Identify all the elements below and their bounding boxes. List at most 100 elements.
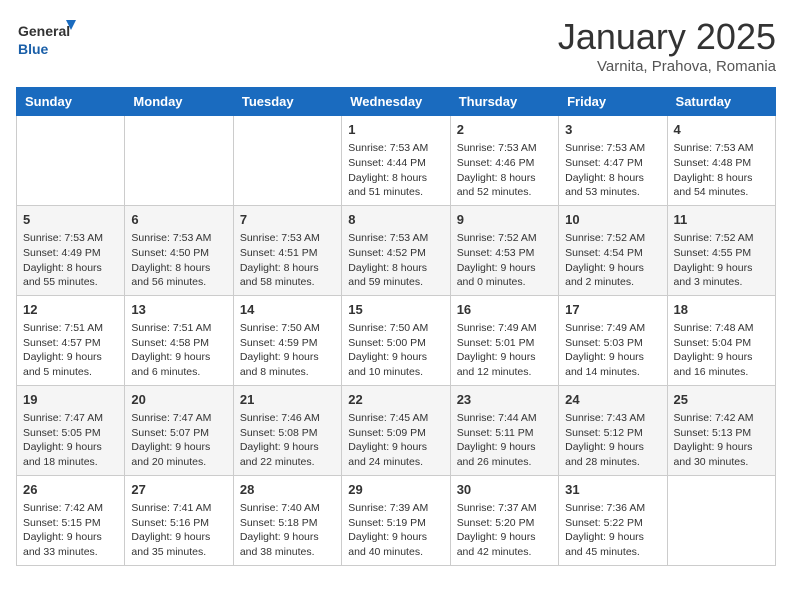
day-info: Sunrise: 7:53 AM Sunset: 4:46 PM Dayligh… <box>457 141 552 200</box>
calendar-week-row: 5 Sunrise: 7:53 AM Sunset: 4:49 PM Daylig… <box>17 205 776 295</box>
calendar-table: Sunday Monday Tuesday Wednesday Thursday… <box>16 87 776 566</box>
day-info: Sunrise: 7:52 AM Sunset: 4:54 PM Dayligh… <box>565 231 660 290</box>
table-row: 1 Sunrise: 7:53 AM Sunset: 4:44 PM Daylig… <box>342 116 450 206</box>
day-info: Sunrise: 7:46 AM Sunset: 5:08 PM Dayligh… <box>240 411 335 470</box>
col-thursday: Thursday <box>450 88 558 116</box>
day-info: Sunrise: 7:53 AM Sunset: 4:51 PM Dayligh… <box>240 231 335 290</box>
day-number: 23 <box>457 391 552 409</box>
table-row: 17 Sunrise: 7:49 AM Sunset: 5:03 PM Dayli… <box>559 295 667 385</box>
title-section: January 2025 Varnita, Prahova, Romania <box>558 16 776 75</box>
table-row: 12 Sunrise: 7:51 AM Sunset: 4:57 PM Dayli… <box>17 295 125 385</box>
day-info: Sunrise: 7:53 AM Sunset: 4:48 PM Dayligh… <box>674 141 769 200</box>
col-monday: Monday <box>125 88 233 116</box>
table-row: 25Sunrise: 7:42 AM Sunset: 5:13 PM Dayli… <box>667 385 775 475</box>
col-saturday: Saturday <box>667 88 775 116</box>
day-info: Sunrise: 7:39 AM Sunset: 5:19 PM Dayligh… <box>348 501 443 560</box>
table-row: 22Sunrise: 7:45 AM Sunset: 5:09 PM Dayli… <box>342 385 450 475</box>
day-info: Sunrise: 7:42 AM Sunset: 5:13 PM Dayligh… <box>674 411 769 470</box>
table-row: 27 Sunrise: 7:41 AM Sunset: 5:16 PM Dayli… <box>125 475 233 565</box>
table-row: 11 Sunrise: 7:52 AM Sunset: 4:55 PM Dayli… <box>667 205 775 295</box>
table-row: 14 Sunrise: 7:50 AM Sunset: 4:59 PM Dayli… <box>233 295 341 385</box>
table-row <box>667 475 775 565</box>
day-info: Sunrise: 7:42 AM Sunset: 5:15 PM Dayligh… <box>23 501 118 560</box>
table-row: 19Sunrise: 7:47 AM Sunset: 5:05 PM Dayli… <box>17 385 125 475</box>
table-row: 30Sunrise: 7:37 AM Sunset: 5:20 PM Dayli… <box>450 475 558 565</box>
day-info: Sunrise: 7:50 AM Sunset: 5:00 PM Dayligh… <box>348 321 443 380</box>
day-info: Sunrise: 7:53 AM Sunset: 4:50 PM Dayligh… <box>131 231 226 290</box>
table-row: 26Sunrise: 7:42 AM Sunset: 5:15 PM Dayli… <box>17 475 125 565</box>
day-number: 10 <box>565 211 660 229</box>
col-sunday: Sunday <box>17 88 125 116</box>
day-info: Sunrise: 7:53 AM Sunset: 4:44 PM Dayligh… <box>348 141 443 200</box>
table-row: 23 Sunrise: 7:44 AM Sunset: 5:11 PM Dayli… <box>450 385 558 475</box>
day-info: Sunrise: 7:44 AM Sunset: 5:11 PM Dayligh… <box>457 411 552 470</box>
day-info: Sunrise: 7:51 AM Sunset: 4:58 PM Dayligh… <box>131 321 226 380</box>
svg-text:Blue: Blue <box>18 41 49 57</box>
table-row: 18Sunrise: 7:48 AM Sunset: 5:04 PM Dayli… <box>667 295 775 385</box>
day-number: 9 <box>457 211 552 229</box>
table-row: 24 Sunrise: 7:43 AM Sunset: 5:12 PM Dayli… <box>559 385 667 475</box>
day-info: Sunrise: 7:47 AM Sunset: 5:07 PM Dayligh… <box>131 411 226 470</box>
day-number: 11 <box>674 211 769 229</box>
day-number: 13 <box>131 301 226 319</box>
day-number: 5 <box>23 211 118 229</box>
day-number: 24 <box>565 391 660 409</box>
day-info: Sunrise: 7:52 AM Sunset: 4:55 PM Dayligh… <box>674 231 769 290</box>
table-row <box>233 116 341 206</box>
day-info: Sunrise: 7:50 AM Sunset: 4:59 PM Dayligh… <box>240 321 335 380</box>
day-number: 19 <box>23 391 118 409</box>
table-row: 31 Sunrise: 7:36 AM Sunset: 5:22 PM Dayli… <box>559 475 667 565</box>
day-number: 18 <box>674 301 769 319</box>
day-number: 1 <box>348 121 443 139</box>
table-row: 15Sunrise: 7:50 AM Sunset: 5:00 PM Dayli… <box>342 295 450 385</box>
table-row: 5 Sunrise: 7:53 AM Sunset: 4:49 PM Daylig… <box>17 205 125 295</box>
day-info: Sunrise: 7:49 AM Sunset: 5:03 PM Dayligh… <box>565 321 660 380</box>
day-number: 7 <box>240 211 335 229</box>
day-info: Sunrise: 7:41 AM Sunset: 5:16 PM Dayligh… <box>131 501 226 560</box>
day-info: Sunrise: 7:43 AM Sunset: 5:12 PM Dayligh… <box>565 411 660 470</box>
logo-svg: General Blue <box>16 16 76 60</box>
calendar-week-row: 26Sunrise: 7:42 AM Sunset: 5:15 PM Dayli… <box>17 475 776 565</box>
col-tuesday: Tuesday <box>233 88 341 116</box>
calendar-week-row: 1 Sunrise: 7:53 AM Sunset: 4:44 PM Daylig… <box>17 116 776 206</box>
day-info: Sunrise: 7:53 AM Sunset: 4:47 PM Dayligh… <box>565 141 660 200</box>
day-number: 6 <box>131 211 226 229</box>
calendar-week-row: 12 Sunrise: 7:51 AM Sunset: 4:57 PM Dayli… <box>17 295 776 385</box>
table-row: 3 Sunrise: 7:53 AM Sunset: 4:47 PM Daylig… <box>559 116 667 206</box>
day-number: 17 <box>565 301 660 319</box>
day-number: 2 <box>457 121 552 139</box>
day-info: Sunrise: 7:49 AM Sunset: 5:01 PM Dayligh… <box>457 321 552 380</box>
table-row <box>125 116 233 206</box>
day-info: Sunrise: 7:53 AM Sunset: 4:49 PM Dayligh… <box>23 231 118 290</box>
day-number: 30 <box>457 481 552 499</box>
table-row: 7 Sunrise: 7:53 AM Sunset: 4:51 PM Daylig… <box>233 205 341 295</box>
table-row: 16 Sunrise: 7:49 AM Sunset: 5:01 PM Dayli… <box>450 295 558 385</box>
table-row: 2 Sunrise: 7:53 AM Sunset: 4:46 PM Daylig… <box>450 116 558 206</box>
day-number: 28 <box>240 481 335 499</box>
day-number: 20 <box>131 391 226 409</box>
col-friday: Friday <box>559 88 667 116</box>
table-row: 4Sunrise: 7:53 AM Sunset: 4:48 PM Daylig… <box>667 116 775 206</box>
table-row <box>17 116 125 206</box>
logo: General Blue <box>16 16 76 60</box>
table-row: 13 Sunrise: 7:51 AM Sunset: 4:58 PM Dayli… <box>125 295 233 385</box>
svg-text:General: General <box>18 23 70 39</box>
day-number: 12 <box>23 301 118 319</box>
header-row: Sunday Monday Tuesday Wednesday Thursday… <box>17 88 776 116</box>
table-row: 9 Sunrise: 7:52 AM Sunset: 4:53 PM Daylig… <box>450 205 558 295</box>
day-info: Sunrise: 7:36 AM Sunset: 5:22 PM Dayligh… <box>565 501 660 560</box>
day-number: 8 <box>348 211 443 229</box>
page-header: General Blue January 2025 Varnita, Praho… <box>16 16 776 75</box>
day-number: 3 <box>565 121 660 139</box>
day-info: Sunrise: 7:51 AM Sunset: 4:57 PM Dayligh… <box>23 321 118 380</box>
table-row: 10 Sunrise: 7:52 AM Sunset: 4:54 PM Dayli… <box>559 205 667 295</box>
calendar-subtitle: Varnita, Prahova, Romania <box>558 58 776 75</box>
day-number: 16 <box>457 301 552 319</box>
day-number: 31 <box>565 481 660 499</box>
table-row: 6 Sunrise: 7:53 AM Sunset: 4:50 PM Daylig… <box>125 205 233 295</box>
day-info: Sunrise: 7:45 AM Sunset: 5:09 PM Dayligh… <box>348 411 443 470</box>
day-info: Sunrise: 7:52 AM Sunset: 4:53 PM Dayligh… <box>457 231 552 290</box>
table-row: 20 Sunrise: 7:47 AM Sunset: 5:07 PM Dayli… <box>125 385 233 475</box>
day-number: 27 <box>131 481 226 499</box>
day-number: 14 <box>240 301 335 319</box>
